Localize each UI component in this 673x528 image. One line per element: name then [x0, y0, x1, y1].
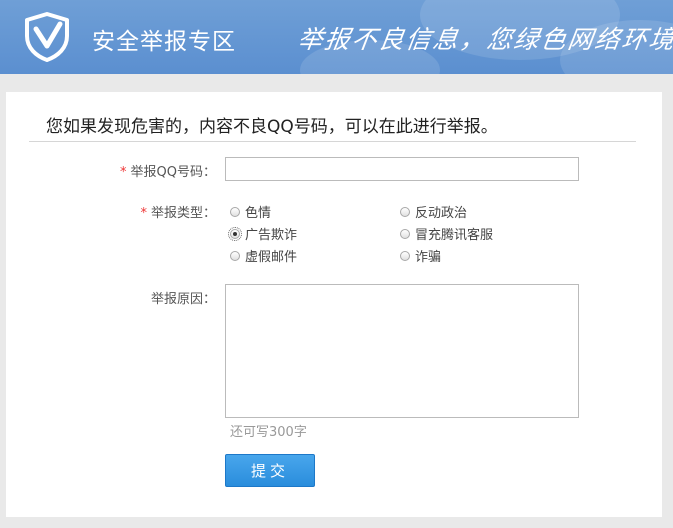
report-reason-textarea[interactable]: [225, 284, 579, 418]
required-star: *: [120, 165, 127, 180]
radio-pornography[interactable]: 色情: [230, 202, 271, 221]
radio-circle-icon: [400, 228, 410, 239]
radio-label: 诈骗: [415, 250, 442, 265]
radio-label: 虚假邮件: [245, 250, 298, 265]
required-star: *: [140, 206, 147, 221]
radio-circle-icon: [400, 206, 410, 217]
qq-number-label: * 举报QQ号码：: [120, 161, 216, 180]
report-type-label-text: 举报类型：: [150, 206, 216, 221]
report-type-label: * 举报类型：: [140, 202, 216, 221]
radio-political[interactable]: 反动政治: [400, 202, 467, 221]
radio-fake-support[interactable]: 冒充腾讯客服: [400, 224, 493, 243]
header-slogan: 举报不良信息，您绿色网络环境: [295, 25, 673, 54]
qq-number-label-text: 举报QQ号码：: [130, 165, 216, 180]
header-banner: 安全举报专区 举报不良信息，您绿色网络环境: [0, 0, 673, 74]
report-reason-label: 举报原因：: [150, 292, 216, 307]
report-form-panel: 您如果发现危害的，内容不良QQ号码，可以在此进行举报。 * 举报QQ号码： * 举报…: [6, 92, 662, 517]
radio-circle-icon: [230, 250, 240, 261]
divider: [29, 141, 636, 142]
radio-ad-fraud[interactable]: 广告欺诈: [228, 224, 298, 243]
radio-circle-icon: [230, 206, 240, 217]
radio-circle-icon: [228, 226, 242, 241]
radio-label: 冒充腾讯客服: [415, 228, 494, 243]
page-title: 安全举报专区: [92, 29, 236, 55]
qq-number-input[interactable]: [225, 157, 579, 181]
form-intro: 您如果发现危害的，内容不良QQ号码，可以在此进行举报。: [46, 117, 498, 137]
shield-check-icon: [25, 12, 69, 62]
radio-label: 色情: [245, 206, 272, 221]
submit-button[interactable]: 提交: [225, 454, 315, 487]
radio-fake-email[interactable]: 虚假邮件: [230, 246, 297, 265]
radio-scam[interactable]: 诈骗: [400, 246, 441, 265]
char-counter: 还可写300字: [230, 425, 307, 440]
radio-label: 反动政治: [415, 206, 468, 221]
radio-label: 广告欺诈: [245, 228, 298, 243]
radio-circle-icon: [400, 250, 410, 261]
